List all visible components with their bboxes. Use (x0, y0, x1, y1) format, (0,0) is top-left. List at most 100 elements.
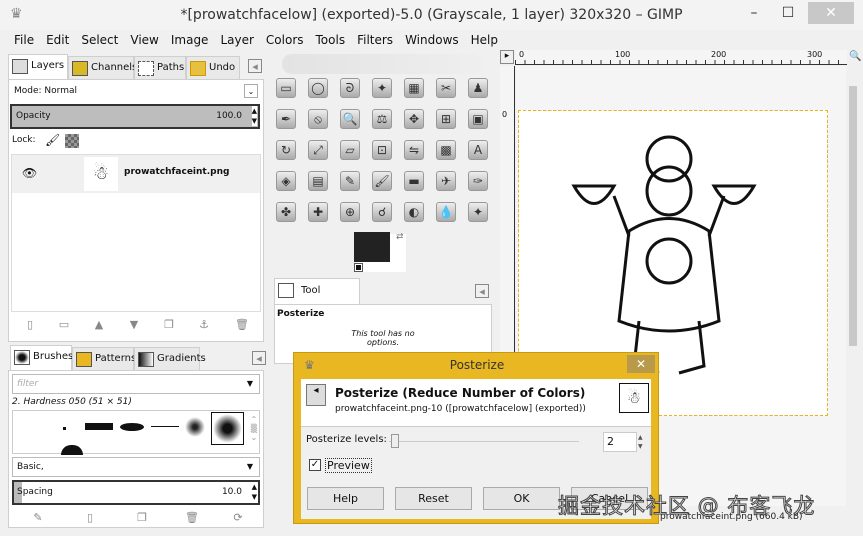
brush-item[interactable] (151, 426, 179, 427)
align-icon[interactable]: ⊞ (436, 109, 456, 129)
zoom-icon[interactable]: 🔍 (849, 51, 861, 62)
levels-slider-handle[interactable] (391, 434, 399, 448)
filter-input[interactable]: filter ▼ (12, 374, 260, 394)
brush-item[interactable] (61, 445, 83, 455)
brush-preset-select[interactable]: Basic, ▼ (12, 457, 260, 477)
brush-item[interactable] (120, 423, 144, 431)
new-layer-group-icon[interactable]: ▭ (57, 318, 71, 332)
swap-colors-icon[interactable]: ⇄ (396, 232, 404, 242)
edit-brush-icon[interactable]: ✎ (31, 511, 45, 525)
menu-arrow-icon[interactable]: ▸ (500, 50, 514, 64)
convolve-icon[interactable]: ✦ (468, 202, 488, 222)
brush-grid[interactable]: ⌃ ▒ ⌄ (12, 410, 260, 455)
menu-edit[interactable]: Edit (40, 31, 75, 49)
color-picker-icon[interactable]: ⦸ (308, 109, 328, 129)
scissors-icon[interactable]: ✂ (436, 78, 456, 98)
help-button[interactable]: Help (307, 487, 384, 510)
pencil-icon[interactable]: ✎ (340, 171, 360, 191)
move-icon[interactable]: ✥ (404, 109, 424, 129)
paintbrush-icon[interactable]: 🖌 (372, 171, 392, 191)
menu-windows[interactable]: Windows (399, 31, 465, 49)
opacity-slider[interactable]: Opacity 100.0 ▲ ▼ (10, 104, 260, 129)
delete-layer-icon[interactable]: 🗑 (235, 318, 249, 332)
measure-icon[interactable]: ⚖ (372, 109, 392, 129)
refresh-brushes-icon[interactable]: ⟳ (231, 511, 245, 525)
visibility-eye-icon[interactable]: 👁 (22, 166, 37, 180)
airbrush-icon[interactable]: ✈ (436, 171, 456, 191)
crop-icon[interactable]: ▣ (468, 109, 488, 129)
spin-arrows-icon[interactable]: ▲ ▼ (638, 433, 643, 451)
delete-brush-icon[interactable]: 🗑 (185, 511, 199, 525)
new-layer-icon[interactable]: ▯ (23, 318, 37, 332)
vertical-scrollbar[interactable] (847, 66, 859, 496)
duplicate-brush-icon[interactable]: ❐ (135, 511, 149, 525)
blend-icon[interactable]: ▤ (308, 171, 328, 191)
close-button[interactable]: ✕ (808, 2, 854, 24)
levels-slider[interactable] (389, 441, 579, 442)
rect-select-icon[interactable]: ▭ (276, 78, 296, 98)
levels-input[interactable]: 2 (603, 432, 637, 452)
duplicate-layer-icon[interactable]: ❐ (162, 318, 176, 332)
shear-icon[interactable]: ▱ (340, 140, 360, 160)
anchor-layer-icon[interactable]: ⚓ (197, 318, 211, 332)
menu-file[interactable]: File (8, 31, 40, 49)
maximize-button[interactable]: ☐ (771, 2, 805, 24)
default-colors-icon[interactable] (354, 263, 363, 272)
zoom-icon[interactable]: 🔍 (340, 109, 360, 129)
tab-paths[interactable]: Paths (134, 56, 186, 80)
lasso-icon[interactable]: ᘐ (340, 78, 360, 98)
tab-tool-options[interactable]: Tool Options (274, 278, 360, 320)
spin-arrows-icon[interactable]: ▲ ▼ (252, 482, 257, 502)
menu-image[interactable]: Image (165, 31, 215, 49)
lower-layer-icon[interactable]: ▼ (127, 318, 141, 332)
dock-menu-button[interactable]: ◂ (248, 59, 262, 73)
dock-menu-button[interactable]: ◂ (475, 284, 489, 298)
menu-layer[interactable]: Layer (214, 31, 259, 49)
foreground-select-icon[interactable]: ♟ (468, 78, 488, 98)
brush-item[interactable] (63, 427, 66, 430)
lock-pixels-icon[interactable]: 🖌 (45, 133, 60, 147)
brush-item[interactable] (85, 423, 113, 430)
spacing-slider[interactable]: Spacing 10.0 ▲ ▼ (12, 480, 260, 505)
cage-icon[interactable]: ▩ (436, 140, 456, 160)
menu-filters[interactable]: Filters (351, 31, 399, 49)
brush-scrollbar[interactable]: ⌃ ▒ ⌄ (249, 415, 259, 451)
preview-checkbox[interactable]: ✓ (309, 459, 321, 471)
eraser-icon[interactable]: ▬ (404, 171, 424, 191)
minimize-button[interactable]: – (737, 2, 771, 24)
text-icon[interactable]: A (468, 140, 488, 160)
heal-icon[interactable]: ✚ (308, 202, 328, 222)
rotate-icon[interactable]: ↻ (276, 140, 296, 160)
menu-colors[interactable]: Colors (260, 31, 310, 49)
flip-icon[interactable]: ⇋ (404, 140, 424, 160)
layer-row[interactable]: 👁 ☃ prowatchfaceint.png (12, 155, 260, 193)
new-brush-icon[interactable]: ▯ (83, 511, 97, 525)
ellipse-select-icon[interactable]: ◯ (308, 78, 328, 98)
tab-channels[interactable]: Channels (68, 56, 137, 80)
tab-brushes[interactable]: Brushes (10, 345, 73, 371)
tab-gradients[interactable]: Gradients (134, 347, 206, 371)
scrollbar-thumb[interactable] (849, 86, 857, 346)
preview-label[interactable]: Preview (325, 458, 372, 473)
horizontal-ruler[interactable]: 0 100 200 300 (515, 50, 847, 65)
foreground-color-swatch[interactable] (354, 232, 390, 262)
menu-tools[interactable]: Tools (310, 31, 352, 49)
brush-item[interactable] (185, 417, 205, 437)
dialog-close-button[interactable]: ✕ (627, 355, 655, 373)
perspective-icon[interactable]: ⊡ (372, 140, 392, 160)
paths-icon[interactable]: ✒ (276, 109, 296, 129)
menu-help[interactable]: Help (465, 31, 504, 49)
dock-menu-button[interactable]: ◂ (252, 351, 266, 365)
menu-select[interactable]: Select (75, 31, 124, 49)
lock-alpha-icon[interactable] (65, 134, 79, 148)
smudge-icon[interactable]: ☌ (372, 202, 392, 222)
reset-button[interactable]: Reset (395, 487, 472, 510)
clone-icon[interactable]: ⊕ (340, 202, 360, 222)
color-select-icon[interactable]: ▦ (404, 78, 424, 98)
dodge-burn-icon[interactable]: ◐ (404, 202, 424, 222)
tab-undo[interactable]: Undo (186, 56, 240, 80)
menu-view[interactable]: View (124, 31, 164, 49)
myPaint-icon[interactable]: ✤ (276, 202, 296, 222)
spin-arrows-icon[interactable]: ▲ ▼ (251, 106, 257, 126)
ink-icon[interactable]: ✑ (468, 171, 488, 191)
